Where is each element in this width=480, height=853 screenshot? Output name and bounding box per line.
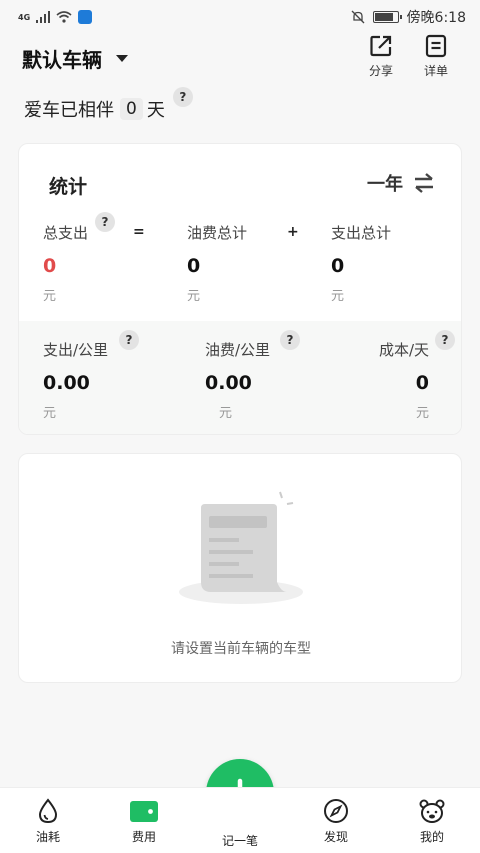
plus-sign: + [287,224,299,240]
tab-fuel-label: 油耗 [35,830,60,844]
fuel-total-value: 0 [187,255,201,277]
fuel-per-km-label: 油费/公里 [205,341,271,359]
total-help-icon[interactable]: ? [95,212,115,232]
fuel-total-cell: 油费总计 0 元 [187,222,247,304]
cost-per-day-unit: 元 [415,406,429,421]
expense-total-unit: 元 [331,289,345,304]
cost-per-day-label: 成本/天 [378,341,429,359]
expense-total-label: 支出总计 [331,224,392,242]
cost-per-day-help-icon[interactable]: ? [435,330,455,350]
car-name: 默认车辆 [22,48,102,72]
total-expense-unit: 元 [43,289,57,304]
stats-title: 统计 [49,176,88,198]
equal-sign: = [133,224,145,240]
signal-icon [36,11,51,23]
tab-discover[interactable]: 发现 [306,798,366,845]
share-label: 分享 [368,64,393,78]
days-suffix: 天 [146,100,165,121]
expense-per-km-value: 0.00 [43,372,90,394]
total-expense-label: 总支出 [43,224,89,242]
battery-icon [372,11,402,23]
battery-fill [374,13,394,21]
share-icon [370,35,392,57]
car-selector[interactable]: 默认车辆 [22,44,128,73]
bear-face-icon [419,799,445,823]
header: 默认车辆 分享 详单 [0,34,480,90]
swap-icon [415,173,433,193]
days-prefix: 爱车已相伴 [24,100,114,121]
tab-cost-label: 费用 [131,830,156,844]
fuel-per-km-help-icon[interactable]: ? [280,330,300,350]
total-expense-value: 0 [43,255,57,277]
period-label: 一年 [367,174,403,195]
drop-icon [38,798,58,824]
days-with-car: 爱车已相伴 0 天 ? [24,87,193,122]
tab-mine-label: 我的 [419,830,444,844]
wifi-icon [56,11,72,23]
tab-cost[interactable]: 费用 [114,798,174,845]
expense-total-cell: 支出总计 0 元 [331,222,391,304]
fuel-per-km-value: 0.00 [205,372,252,394]
days-help-icon[interactable]: ? [172,87,193,107]
network-type: 4G [18,12,31,22]
empty-state-text: 请设置当前车辆的车型 [171,641,311,657]
expense-per-km-help-icon[interactable]: ? [119,330,139,350]
tab-discover-label: 发现 [323,830,348,844]
statistics-card: 统计 一年 总支出 0 元 ? = 油费总计 0 元 + 支出总计 0 元 支出… [18,143,462,435]
detail-label: 详单 [423,64,448,78]
expense-per-km-label: 支出/公里 [43,341,109,359]
caret-down-icon [116,55,128,62]
tab-fuel[interactable]: 油耗 [18,798,78,845]
fuel-total-label: 油费总计 [187,224,248,242]
expense-per-km-unit: 元 [43,406,57,421]
list-doc-icon [425,34,447,58]
compass-icon [324,799,348,823]
cost-per-day-cell: 成本/天 0 元 [373,339,429,421]
expense-per-km-cell: 支出/公里 0.00 元 [43,339,108,421]
tab-mine[interactable]: 我的 [402,798,462,845]
tab-record-label[interactable]: 记一笔 [200,832,280,849]
fuel-total-unit: 元 [187,289,201,304]
total-expense-cell: 总支出 0 元 [43,222,88,304]
shield-icon [78,10,93,24]
empty-state-card: 请设置当前车辆的车型 [18,453,462,683]
status-bar: 4G 傍晚6:18 [0,0,480,34]
expense-total-value: 0 [331,255,345,277]
wallet-icon [130,801,158,822]
status-time: 傍晚6:18 [406,10,466,26]
days-count: 0 [120,98,143,120]
fuel-per-km-cell: 油费/公里 0.00 元 [205,339,270,421]
fuel-per-km-unit: 元 [219,406,233,421]
share-button[interactable]: 分享 [361,34,401,79]
cost-per-day-value: 0 [415,372,429,394]
mute-bell-icon [351,10,365,24]
empty-document-illustration [179,491,303,604]
period-switch[interactable]: 一年 [367,170,435,196]
detail-button[interactable]: 详单 [416,34,456,79]
